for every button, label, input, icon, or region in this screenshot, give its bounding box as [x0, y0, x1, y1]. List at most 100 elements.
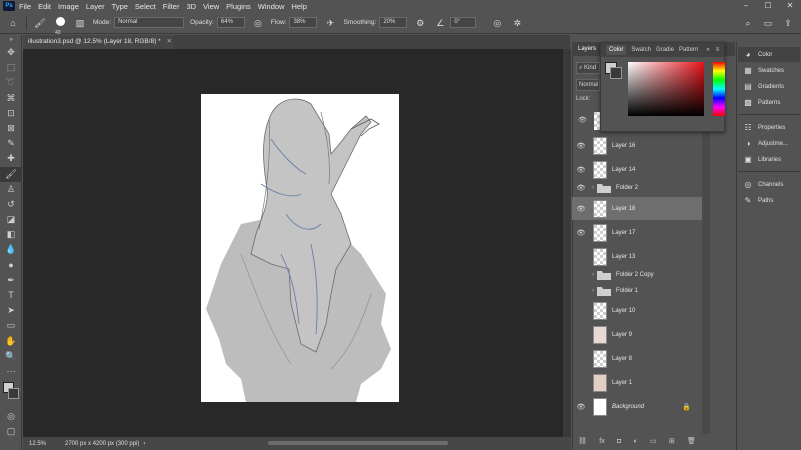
frame-tool-icon[interactable]: ⊠: [0, 121, 22, 136]
chevron-right-icon[interactable]: ›: [592, 272, 594, 278]
quick-select-tool-icon[interactable]: ⌘: [0, 91, 22, 106]
visibility-toggle[interactable]: [572, 288, 590, 295]
eyedropper-tool-icon[interactable]: ✎: [0, 136, 22, 151]
visibility-toggle[interactable]: [572, 379, 590, 386]
tab-color[interactable]: Color: [606, 45, 627, 55]
layer-row[interactable]: Layer 13: [572, 245, 702, 268]
hue-slider[interactable]: [713, 62, 725, 116]
dock-properties[interactable]: ☷ Properties: [738, 120, 800, 135]
vertical-scrollbar[interactable]: [563, 49, 571, 437]
menu-filter[interactable]: Filter: [163, 2, 180, 11]
lasso-tool-icon[interactable]: ➰: [0, 75, 22, 90]
brush-preset-picker[interactable]: 40: [53, 16, 67, 36]
chevron-right-icon[interactable]: ›: [592, 185, 594, 191]
status-menu-icon[interactable]: ›: [143, 441, 145, 447]
folder-row[interactable]: 👁 › Folder 2: [572, 179, 702, 197]
layer-row[interactable]: Layer 1: [572, 371, 702, 394]
marquee-tool-icon[interactable]: ⬚: [0, 60, 22, 75]
layer-row-selected[interactable]: 👁 Layer 18: [572, 197, 702, 220]
eraser-tool-icon[interactable]: ◪: [0, 212, 22, 227]
expand-icon[interactable]: »: [706, 47, 709, 53]
pressure-size-icon[interactable]: ◎: [490, 16, 504, 30]
toolbar-collapse-icon[interactable]: »: [0, 35, 22, 45]
crop-tool-icon[interactable]: ⊡: [0, 106, 22, 121]
menu-window[interactable]: Window: [258, 2, 285, 11]
visibility-toggle[interactable]: [572, 253, 590, 260]
dock-channels[interactable]: ◎ Channels: [738, 177, 800, 192]
visibility-toggle[interactable]: [572, 272, 590, 279]
brush-tool-icon[interactable]: 🖌: [0, 166, 22, 182]
move-tool-icon[interactable]: ✥: [0, 45, 22, 60]
opacity-input[interactable]: 64%: [216, 17, 245, 28]
paint-bucket-tool-icon[interactable]: ◧: [0, 227, 22, 242]
zoom-level[interactable]: 12.5%: [29, 441, 59, 447]
dock-adjustments[interactable]: ◑ Adjustme...: [738, 136, 800, 151]
blend-mode-select[interactable]: Normal: [576, 79, 600, 91]
home-icon[interactable]: ⌂: [6, 16, 20, 30]
tab-gradients[interactable]: Gradie: [656, 47, 674, 53]
visibility-toggle[interactable]: [572, 331, 590, 338]
horizontal-scrollbar[interactable]: [268, 441, 448, 445]
dock-color[interactable]: ◕ Color: [738, 47, 800, 62]
path-selection-tool-icon[interactable]: ➤: [0, 303, 22, 318]
background-color-chip[interactable]: [610, 67, 622, 79]
menu-layer[interactable]: Layer: [86, 2, 105, 11]
quick-mask-icon[interactable]: ◎: [0, 409, 22, 424]
eye-icon[interactable]: 👁: [572, 403, 590, 411]
menu-edit[interactable]: Edit: [38, 2, 51, 11]
background-color-swatch[interactable]: [8, 388, 19, 400]
workspace-icon[interactable]: ▭: [761, 16, 775, 30]
gear-icon[interactable]: ⚙: [413, 16, 427, 30]
document-canvas[interactable]: [201, 94, 399, 402]
eye-icon[interactable]: 👁: [578, 116, 587, 124]
clone-stamp-tool-icon[interactable]: ♙: [0, 182, 22, 197]
hand-tool-icon[interactable]: ✋: [0, 334, 22, 349]
search-icon[interactable]: ⌕: [741, 16, 755, 30]
tab-patterns[interactable]: Pattern: [679, 47, 698, 53]
close-button[interactable]: ✕: [779, 0, 801, 12]
dock-gradients[interactable]: ▤ Gradients: [738, 79, 800, 94]
brush-tool-icon[interactable]: 🖌: [33, 16, 47, 30]
close-tab-icon[interactable]: ✕: [167, 38, 172, 45]
history-brush-tool-icon[interactable]: ↺: [0, 197, 22, 212]
minimize-button[interactable]: –: [735, 0, 757, 12]
pen-tool-icon[interactable]: ✒: [0, 273, 22, 288]
healing-brush-tool-icon[interactable]: ✚: [0, 151, 22, 166]
new-group-icon[interactable]: ▭: [650, 437, 657, 445]
menu-view[interactable]: View: [203, 2, 219, 11]
flow-input[interactable]: 38%: [289, 17, 318, 28]
eye-icon[interactable]: 👁: [572, 205, 590, 213]
airbrush-icon[interactable]: ✈: [323, 16, 337, 30]
dock-patterns[interactable]: ▩ Patterns: [738, 95, 800, 110]
brush-settings-icon[interactable]: ▨: [73, 16, 87, 30]
trash-icon[interactable]: 🗑: [687, 437, 696, 445]
menu-plugins[interactable]: Plugins: [226, 2, 251, 11]
layer-row[interactable]: 👁 Layer 16: [572, 134, 702, 157]
rectangle-tool-icon[interactable]: ▭: [0, 318, 22, 333]
menu-select[interactable]: Select: [135, 2, 156, 11]
adjustment-layer-icon[interactable]: ◐: [633, 438, 637, 445]
zoom-tool-icon[interactable]: 🔍: [0, 349, 22, 364]
eye-icon[interactable]: 👁: [572, 184, 590, 192]
dock-swatches[interactable]: ▦ Swatches: [738, 63, 800, 78]
smoothing-input[interactable]: 20%: [379, 17, 408, 28]
panel-menu-icon[interactable]: ≡: [716, 47, 720, 53]
mode-select[interactable]: Normal: [114, 17, 185, 28]
type-tool-icon[interactable]: T: [0, 288, 22, 303]
color-field[interactable]: [628, 62, 704, 116]
chevron-right-icon[interactable]: ›: [592, 288, 594, 294]
folder-row[interactable]: › Folder 1: [572, 283, 702, 299]
dock-libraries[interactable]: ▣ Libraries: [738, 152, 800, 167]
screen-mode-icon[interactable]: ▢: [0, 424, 22, 439]
layer-row[interactable]: Layer 9: [572, 323, 702, 346]
tab-swatches[interactable]: Swatch: [631, 47, 651, 53]
layer-row[interactable]: 👁 Layer 17: [572, 221, 702, 244]
fx-icon[interactable]: fx: [599, 438, 604, 445]
link-layers-icon[interactable]: ⛓: [578, 437, 587, 445]
angle-input[interactable]: 0°: [450, 17, 477, 28]
new-layer-icon[interactable]: ⊞: [669, 437, 675, 445]
layer-row[interactable]: 👁 Layer 14: [572, 158, 702, 181]
dodge-tool-icon[interactable]: ●: [0, 258, 22, 273]
filter-kind-select[interactable]: ⌕ Kind: [576, 62, 600, 74]
menu-help[interactable]: Help: [291, 2, 306, 11]
